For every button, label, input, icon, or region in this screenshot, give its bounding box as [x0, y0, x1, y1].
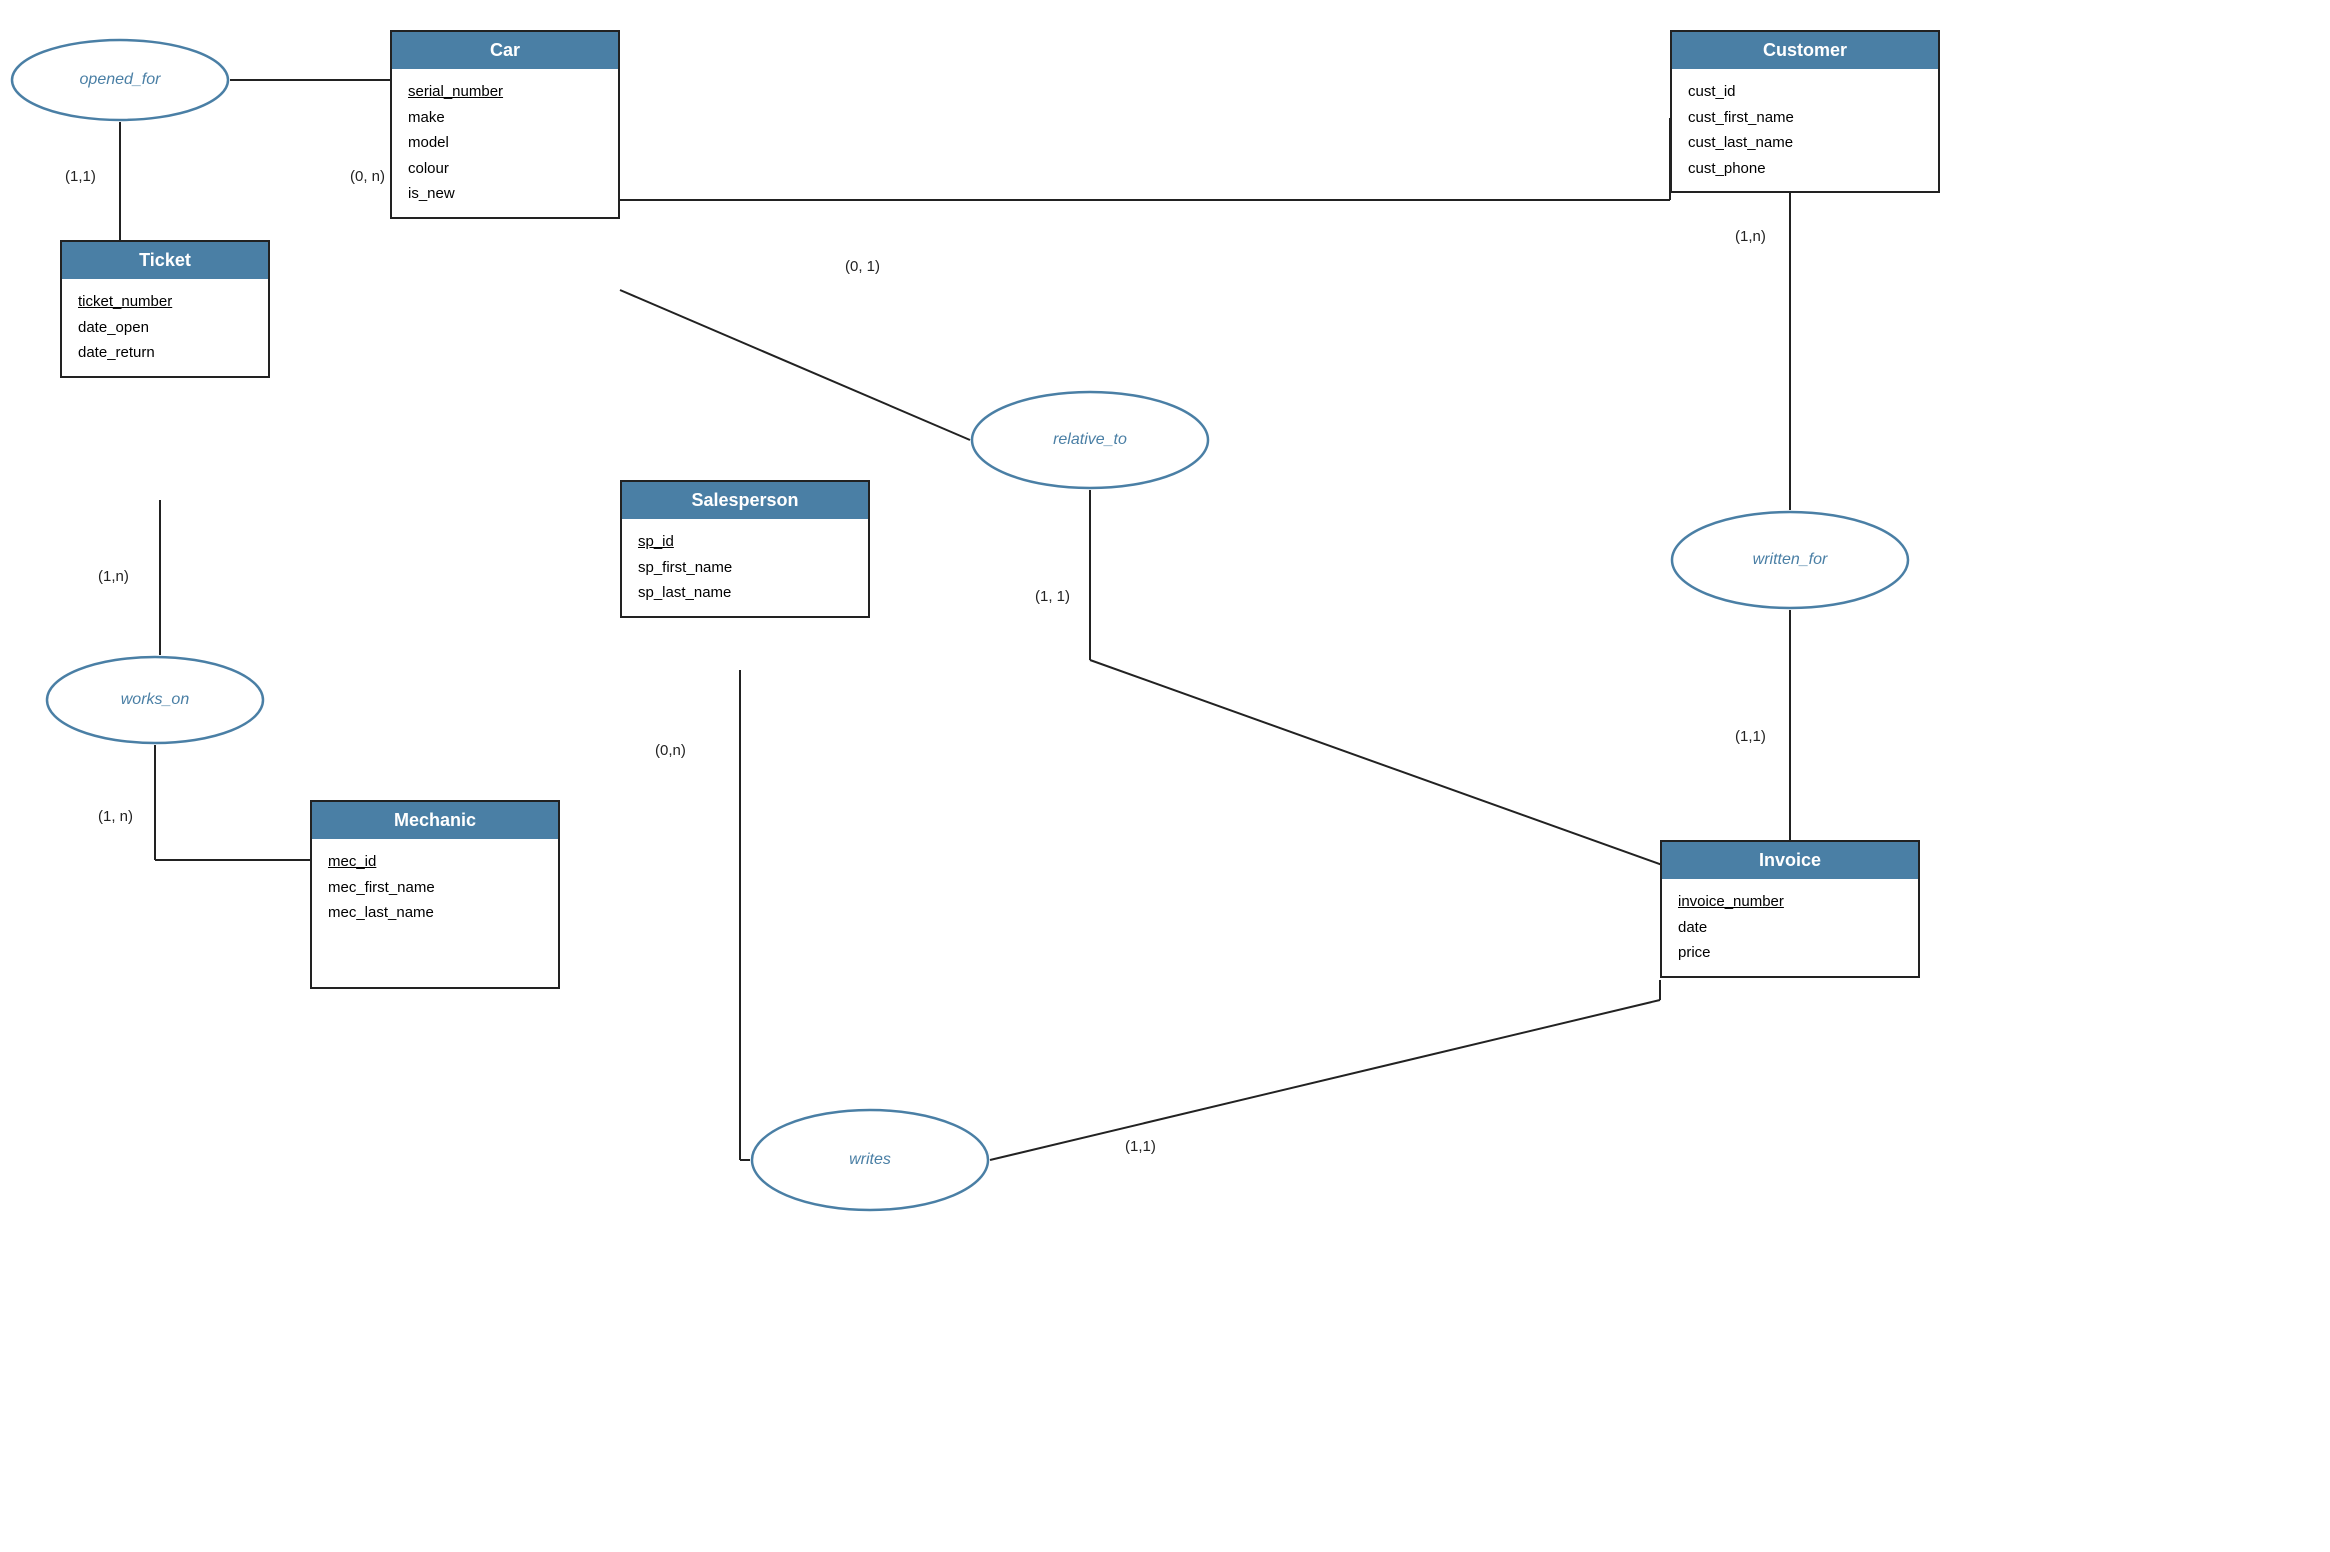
- card-customer-written-for: (1,n): [1735, 228, 1766, 245]
- entity-ticket-header: Ticket: [62, 242, 268, 279]
- entity-customer: Customer cust_id cust_first_name cust_la…: [1670, 30, 1940, 193]
- entity-customer-header: Customer: [1672, 32, 1938, 69]
- card-salesperson-writes: (0,n): [655, 742, 686, 759]
- relationship-works-on: works_on: [45, 655, 265, 745]
- card-opened-for-car: (0, n): [350, 168, 385, 185]
- relationship-opened-for: opened_for: [10, 38, 230, 122]
- entity-customer-body: cust_id cust_first_name cust_last_name c…: [1672, 69, 1938, 191]
- entity-mechanic: Mechanic mec_id mec_first_name mec_last_…: [310, 800, 560, 989]
- entity-salesperson-header: Salesperson: [622, 482, 868, 519]
- connector-lines: [0, 0, 2330, 1552]
- card-relative-to-invoice: (1, 1): [1035, 588, 1070, 605]
- relationship-written-for: written_for: [1670, 510, 1910, 610]
- entity-ticket: Ticket ticket_number date_open date_retu…: [60, 240, 270, 378]
- entity-salesperson: Salesperson sp_id sp_first_name sp_last_…: [620, 480, 870, 618]
- entity-ticket-body: ticket_number date_open date_return: [62, 279, 268, 376]
- er-diagram: Car serial_number make model colour is_n…: [0, 0, 2330, 1552]
- card-opened-for-ticket: (1,1): [65, 168, 96, 185]
- card-car-relative-to: (0, 1): [845, 258, 880, 275]
- entity-invoice: Invoice invoice_number date price: [1660, 840, 1920, 978]
- relationship-relative-to: relative_to: [970, 390, 1210, 490]
- card-written-for-invoice: (1,1): [1735, 728, 1766, 745]
- entity-salesperson-body: sp_id sp_first_name sp_last_name: [622, 519, 868, 616]
- entity-invoice-header: Invoice: [1662, 842, 1918, 879]
- entity-mechanic-header: Mechanic: [312, 802, 558, 839]
- entity-car-header: Car: [392, 32, 618, 69]
- relationship-writes: writes: [750, 1108, 990, 1212]
- entity-car: Car serial_number make model colour is_n…: [390, 30, 620, 219]
- card-ticket-works-on: (1,n): [98, 568, 129, 585]
- entity-mechanic-body: mec_id mec_first_name mec_last_name: [312, 839, 558, 987]
- entity-invoice-body: invoice_number date price: [1662, 879, 1918, 976]
- card-works-on-mechanic: (1, n): [98, 808, 133, 825]
- entity-car-body: serial_number make model colour is_new: [392, 69, 618, 217]
- card-writes-invoice: (1,1): [1125, 1138, 1156, 1155]
